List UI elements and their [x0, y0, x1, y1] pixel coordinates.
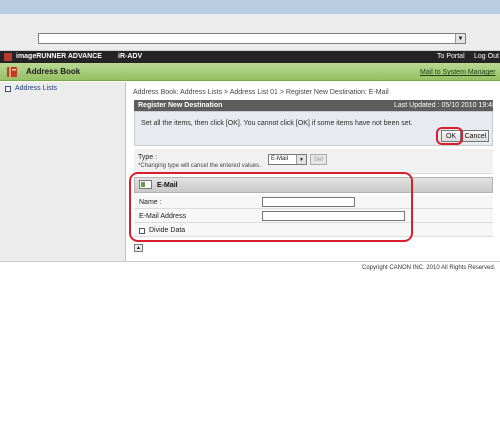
type-label: Type : [138, 154, 158, 161]
to-portal-link[interactable]: To Portal [437, 52, 465, 62]
ok-button[interactable]: OK [441, 130, 461, 142]
instruction-text: Set all the items, then click [OK]. You … [141, 120, 413, 127]
divide-data-checkbox[interactable] [139, 228, 145, 234]
name-label: Name : [139, 199, 162, 206]
bullet-icon [5, 86, 11, 92]
address-dropdown-icon[interactable]: ▼ [455, 34, 465, 43]
mail-to-system-manager-link[interactable]: Mail to System Manager [420, 68, 495, 77]
sidebar-item-address-lists[interactable]: Address Lists [5, 85, 57, 93]
brand-logo-icon [4, 53, 12, 61]
browser-address-field[interactable] [38, 33, 466, 44]
email-section-title: E-Mail [157, 182, 178, 189]
log-out-link[interactable]: Log Out [474, 52, 499, 62]
copyright: Copyright CANON INC. 2010 All Rights Res… [362, 265, 496, 271]
footer-divider [0, 261, 500, 262]
brand-name: imageRUNNER ADVANCE [16, 53, 102, 60]
register-title: Register New Destination [138, 102, 223, 109]
name-input[interactable] [262, 197, 355, 207]
chevron-down-icon: ▼ [296, 155, 306, 164]
type-select-value: E-Mail [271, 156, 289, 162]
browser-title-strip [0, 0, 500, 14]
email-section-header [134, 177, 493, 193]
email-address-input[interactable] [262, 211, 405, 221]
email-icon [139, 180, 152, 189]
back-to-top-icon[interactable]: ▲ [134, 244, 143, 252]
sidebar-item-label: Address Lists [15, 85, 58, 92]
address-book-icon [7, 67, 17, 77]
divide-data-row [134, 223, 493, 237]
cancel-button[interactable]: Cancel [462, 130, 489, 142]
device-name: iR-ADV [118, 53, 143, 60]
register-panel [134, 111, 493, 146]
type-note: *Changing type will cancel the entered v… [138, 163, 261, 169]
divide-data-label: Divide Data [149, 227, 186, 234]
type-select[interactable]: E-Mail ▼ [268, 154, 307, 165]
sidebar [0, 82, 126, 261]
page-title: Address Book [26, 67, 81, 76]
last-updated: Last Updated : 05/10 2010 19:48:35 [394, 102, 500, 109]
set-button[interactable]: Set [310, 154, 327, 165]
email-address-label: E-Mail Address [139, 213, 187, 220]
breadcrumb: Address Book: Address Lists > Address Li… [133, 89, 389, 96]
